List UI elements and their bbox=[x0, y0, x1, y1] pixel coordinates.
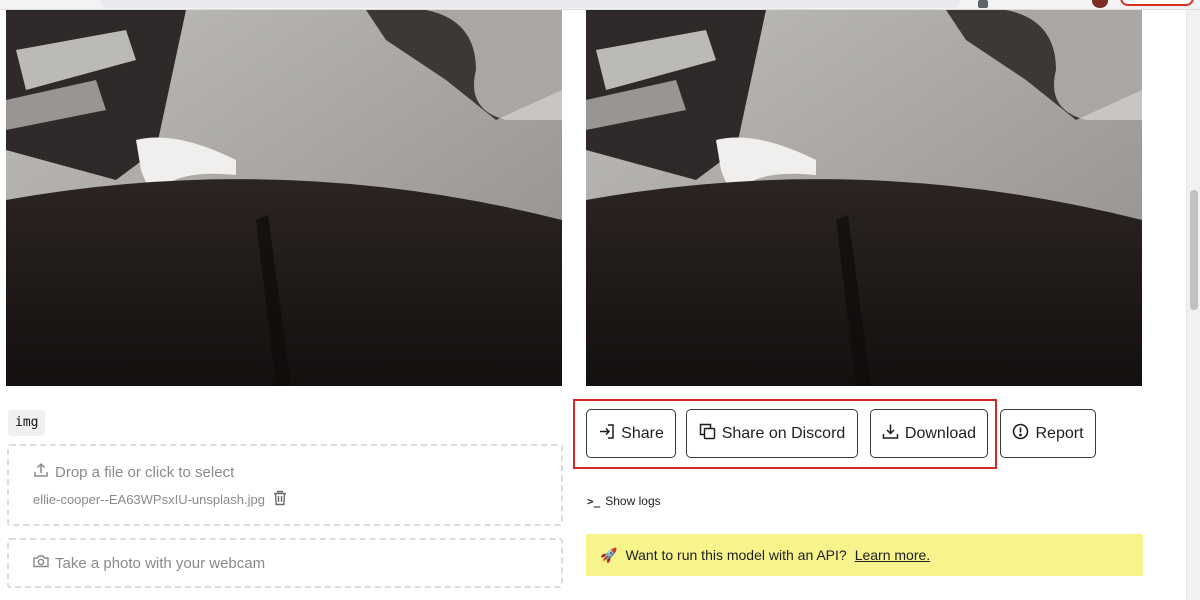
address-bar[interactable] bbox=[100, 0, 960, 8]
extension-icon[interactable] bbox=[978, 0, 988, 8]
show-logs-toggle[interactable]: >_ Show logs bbox=[587, 494, 661, 508]
file-dropzone[interactable]: Drop a file or click to select ellie-coo… bbox=[7, 444, 563, 526]
webcam-capture[interactable]: Take a photo with your webcam bbox=[7, 538, 563, 588]
api-banner: 🚀 Want to run this model with an API? Le… bbox=[586, 534, 1143, 576]
page-scrollbar[interactable] bbox=[1186, 10, 1200, 600]
browser-top-strip bbox=[0, 0, 1200, 10]
trash-icon[interactable] bbox=[273, 490, 287, 509]
camera-icon bbox=[33, 554, 49, 572]
filename: ellie-cooper--EA63WPsxIU-unsplash.jpg bbox=[33, 492, 265, 507]
report-label: Report bbox=[1035, 424, 1084, 442]
update-button[interactable] bbox=[1120, 0, 1194, 6]
discord-label: Share on Discord bbox=[721, 424, 846, 442]
dropzone-prompt[interactable]: Drop a file or click to select bbox=[33, 462, 234, 482]
share-arrow-icon bbox=[598, 423, 615, 445]
show-logs-label: Show logs bbox=[605, 494, 661, 508]
input-label: img bbox=[8, 410, 46, 436]
rocket-icon: 🚀 bbox=[600, 546, 618, 563]
scrollbar-thumb[interactable] bbox=[1190, 190, 1198, 310]
webcam-text: Take a photo with your webcam bbox=[55, 554, 266, 572]
share-button[interactable]: Share bbox=[586, 409, 676, 458]
download-label: Download bbox=[904, 424, 977, 442]
selected-file: ellie-cooper--EA63WPsxIU-unsplash.jpg bbox=[33, 490, 287, 509]
webcam-prompt[interactable]: Take a photo with your webcam bbox=[33, 554, 265, 572]
profile-avatar[interactable] bbox=[1092, 0, 1108, 8]
output-photo-graphic bbox=[586, 10, 1142, 386]
dropzone-text: Drop a file or click to select bbox=[55, 463, 235, 481]
output-image bbox=[586, 10, 1142, 386]
download-button[interactable]: Download bbox=[870, 409, 988, 458]
alert-circle-icon bbox=[1012, 423, 1029, 445]
upload-icon bbox=[33, 462, 49, 482]
copy-icon bbox=[699, 423, 716, 445]
report-button[interactable]: Report bbox=[1000, 409, 1096, 458]
share-label: Share bbox=[621, 424, 664, 442]
input-image bbox=[6, 10, 562, 386]
input-photo-graphic bbox=[6, 10, 562, 386]
terminal-icon: >_ bbox=[587, 494, 601, 508]
share-on-discord-button[interactable]: Share on Discord bbox=[686, 409, 858, 458]
api-banner-text: Want to run this model with an API? bbox=[625, 547, 847, 563]
learn-more-link[interactable]: Learn more. bbox=[855, 547, 930, 563]
download-icon bbox=[882, 423, 899, 445]
